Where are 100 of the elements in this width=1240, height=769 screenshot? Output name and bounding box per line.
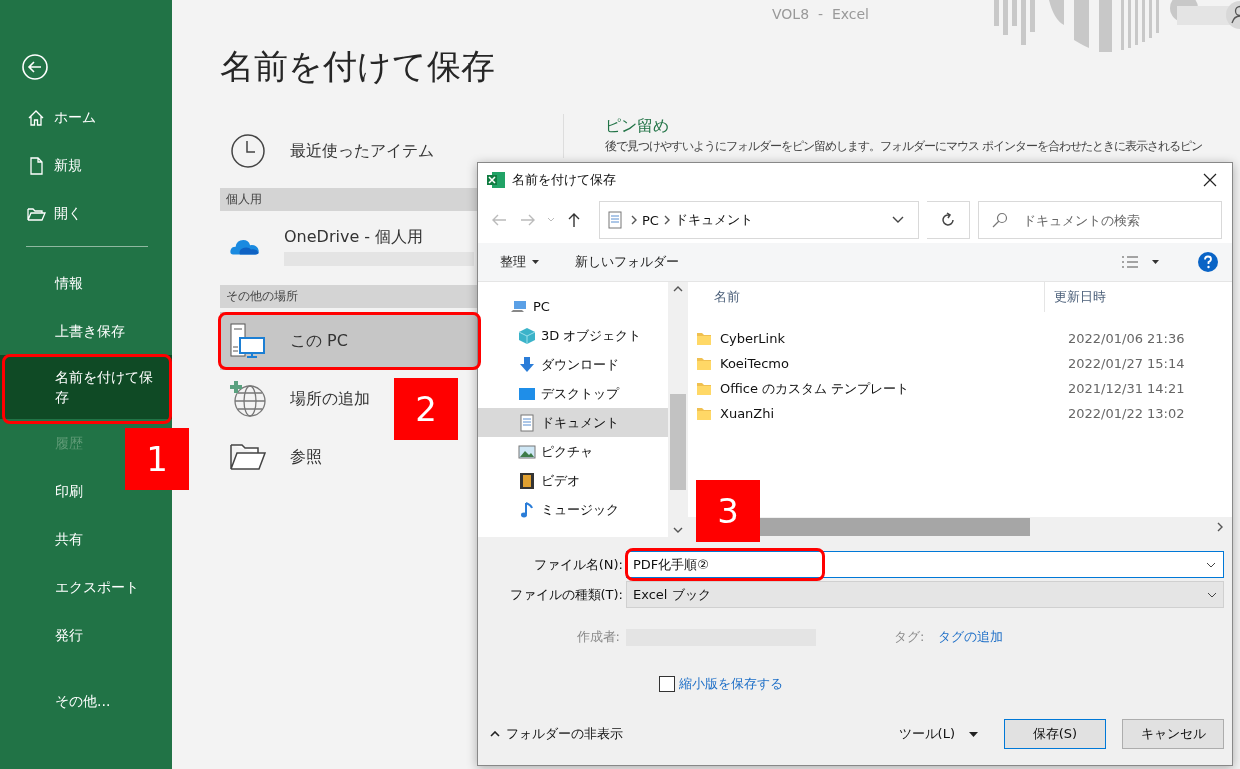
refresh-icon: [940, 212, 957, 228]
place-label: 参照: [290, 446, 322, 468]
column-header[interactable]: 更新日時: [1044, 282, 1106, 312]
sidebar-item[interactable]: 名前を付けて保存: [0, 355, 172, 419]
checkbox[interactable]: [659, 676, 675, 692]
excel-icon: [486, 171, 506, 189]
pin-title: ピン留め: [605, 116, 670, 136]
chevron-down-icon: [1207, 591, 1217, 598]
new-folder-button[interactable]: 新しいフォルダー: [575, 253, 679, 271]
document-icon: [518, 413, 536, 432]
save-button[interactable]: 保存(S): [1004, 719, 1106, 749]
scroll-right-icon[interactable]: [1216, 522, 1224, 532]
folder-tree-item[interactable]: デスクトップ: [478, 379, 668, 408]
help-icon[interactable]: [1198, 252, 1218, 272]
sidebar-item[interactable]: 上書き保存: [0, 307, 139, 355]
sidebar-nav-item[interactable]: 新規: [0, 142, 172, 190]
sidebar-item[interactable]: 印刷: [0, 467, 97, 515]
folder-tree-item[interactable]: PC: [478, 292, 668, 321]
section-header: 個人用: [220, 188, 480, 211]
folder-icon: [696, 331, 712, 346]
file-name[interactable]: CyberLink: [720, 331, 785, 346]
place-item[interactable]: 最近使ったアイテム: [220, 122, 480, 180]
file-date: 2022/01/22 13:02: [1067, 406, 1185, 421]
add-tag-link[interactable]: タグの追加: [938, 628, 1004, 646]
folder-icon: [696, 381, 712, 396]
chevron-down-icon[interactable]: [1206, 562, 1216, 568]
folder-tree-item[interactable]: ビデオ: [478, 466, 668, 495]
image-icon: [518, 442, 536, 461]
home-icon: [26, 108, 46, 128]
section-header: その他の場所: [220, 285, 480, 308]
view-options-icon[interactable]: [1120, 254, 1162, 270]
folder-icon: [696, 406, 712, 421]
close-icon: [1203, 173, 1217, 187]
breadcrumb[interactable]: ドキュメント: [670, 211, 757, 229]
file-date: 2022/01/06 21:36: [1067, 331, 1185, 346]
folder-icon: [696, 356, 712, 371]
checkbox-label[interactable]: 縮小版を保存する: [679, 675, 783, 693]
address-bar[interactable]: PC ドキュメント: [598, 201, 920, 239]
breadcrumb[interactable]: PC: [637, 212, 663, 228]
field-label: 作成者:: [575, 628, 621, 646]
scroll-up-icon[interactable]: [673, 286, 683, 292]
caret-icon: [532, 260, 539, 264]
place-label: この PC: [290, 330, 348, 352]
file-name[interactable]: KoeiTecmo: [720, 356, 789, 371]
window-title: VOL8 - Excel: [772, 6, 869, 22]
film-icon: [518, 471, 536, 490]
cancel-button[interactable]: キャンセル: [1122, 719, 1224, 749]
dialog-title: 名前を付けて保存: [512, 171, 616, 189]
file-type-dropdown[interactable]: Excel ブック: [626, 581, 1224, 608]
organize-button[interactable]: 整理: [500, 253, 539, 271]
field-label: ファイル名(N):: [532, 555, 624, 574]
computer-icon: [228, 321, 268, 361]
scrollbar[interactable]: [668, 282, 688, 537]
globe-add-icon: [228, 379, 268, 419]
field-label: ファイルの種類(T):: [508, 585, 624, 604]
caret-icon: [969, 731, 978, 737]
place-label: 最近使ったアイテム: [290, 140, 434, 162]
file-name[interactable]: Office のカスタム テンプレート: [720, 379, 910, 398]
cube-icon: [518, 326, 536, 345]
sidebar-nav-item[interactable]: 開く: [0, 190, 172, 238]
folder-tree-item[interactable]: ミュージック: [478, 495, 668, 524]
step-number: 2: [394, 378, 458, 440]
step-number: 1: [125, 428, 189, 490]
file-name[interactable]: XuanZhi: [720, 406, 775, 421]
chevron-right-icon: [629, 215, 638, 225]
folder-tree-item[interactable]: 3D オブジェクト: [478, 321, 668, 350]
chevron-down-icon[interactable]: [892, 216, 905, 224]
page-title: 名前を付けて保存: [220, 45, 496, 88]
music-icon: [518, 500, 536, 519]
place-item[interactable]: OneDrive - 個人用: [220, 215, 480, 277]
tools-button[interactable]: ツール(L): [892, 724, 984, 744]
back-button[interactable]: [22, 54, 48, 80]
sidebar-nav-item[interactable]: ホーム: [0, 94, 172, 142]
scroll-down-icon[interactable]: [673, 527, 683, 533]
column-header[interactable]: 名前: [688, 288, 1044, 306]
hide-folders-button[interactable]: フォルダーの非表示: [490, 725, 623, 743]
chevron-up-icon: [490, 731, 500, 737]
sidebar-item[interactable]: エクスポート: [0, 563, 153, 611]
search-field[interactable]: ドキュメントの検索: [978, 201, 1222, 239]
filename-field[interactable]: PDF化手順②: [626, 551, 1224, 578]
download-icon: [518, 355, 536, 374]
file-date: 2021/12/31 14:21: [1067, 381, 1185, 396]
search-icon: [992, 212, 1008, 228]
file-date: 2022/01/27 15:14: [1067, 356, 1185, 371]
sidebar-item[interactable]: 発行: [0, 611, 97, 659]
folder-tree-item[interactable]: ピクチャ: [478, 437, 668, 466]
sidebar-item[interactable]: 情報: [0, 259, 97, 307]
pin-description: 後で見つけやすいようにフォルダーをピン留めします。フォルダーにマウス ポインターを合わせたときに表示されるピン: [605, 139, 1202, 154]
folder-tree-item[interactable]: ドキュメント: [478, 408, 668, 437]
place-label: 場所の追加: [290, 388, 370, 410]
step-number: 3: [696, 480, 760, 542]
clock-icon: [228, 131, 268, 171]
place-label: OneDrive - 個人用: [284, 226, 425, 248]
document-icon: [605, 211, 624, 229]
folder-tree-item[interactable]: ダウンロード: [478, 350, 668, 379]
sidebar-item[interactable]: その他...: [0, 677, 125, 725]
sidebar-item[interactable]: 共有: [0, 515, 97, 563]
field-label: タグ:: [894, 628, 925, 646]
chevron-right-icon: [662, 215, 671, 225]
refresh-button[interactable]: [927, 201, 970, 239]
